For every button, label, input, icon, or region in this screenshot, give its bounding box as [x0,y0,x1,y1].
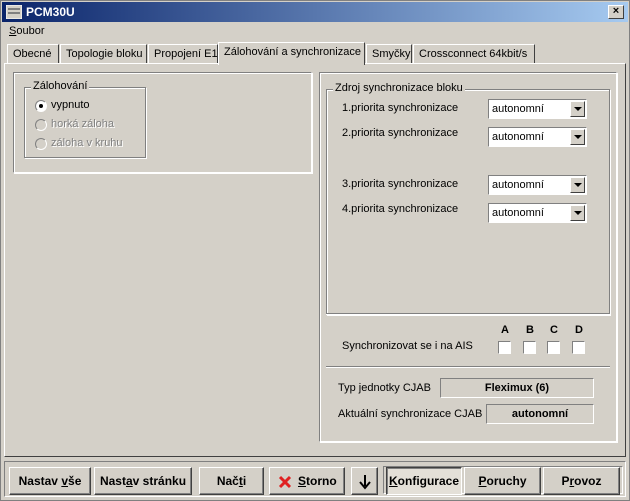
cjab-sync-label: Aktuální synchronizace CJAB [338,408,483,420]
window-title: PCM30U [26,5,75,19]
menu-bar: Soubor [2,23,628,40]
priority-4-label: 4.priorita synchronizace [342,203,459,215]
cjab-type-value: Fleximux (6) [440,378,594,398]
cancel-x-icon [278,475,292,489]
right-panel: Zdroj synchronizace bloku 1.priorita syn… [319,72,617,442]
priority-2-select[interactable]: autonomní [488,127,587,147]
chevron-down-icon[interactable] [570,101,585,117]
priority-4-select[interactable]: autonomní [488,203,587,223]
ais-col-c: C [550,324,558,336]
ais-checkbox-c[interactable] [547,341,560,354]
sync-legend: Zdroj synchronizace bloku [333,82,465,94]
ais-col-d: D [575,324,583,336]
app-icon [6,5,22,19]
tab-propojeni[interactable]: Propojení E1 [148,44,218,64]
tab-obecne[interactable]: Obecné [7,44,59,64]
backup-group: Zálohování vypnuto horká záloha záloha v… [24,80,146,158]
radio-button[interactable] [35,119,47,131]
sync-source-group: Zdroj synchronizace bloku 1.priorita syn… [326,82,610,315]
separator [326,366,610,368]
priority-1-label: 1.priorita synchronizace [342,102,459,114]
chevron-down-icon[interactable] [570,129,585,145]
radio-button[interactable] [35,100,47,112]
ais-label: Synchronizovat se i na AIS [342,340,473,352]
tab-topologie[interactable]: Topologie bloku [60,44,147,64]
load-button[interactable]: Načti [199,467,264,495]
title-bar[interactable]: PCM30U × [2,2,628,22]
priority-3-select[interactable]: autonomní [488,175,587,195]
operation-button[interactable]: Provoz [543,467,620,495]
separator [326,313,610,315]
close-button[interactable]: × [608,5,624,19]
radio-button[interactable] [35,138,47,150]
priority-1-select[interactable]: autonomní [488,99,587,119]
priority-2-label: 2.priorita synchronizace [342,127,459,139]
ais-checkbox-b[interactable] [523,341,536,354]
download-button[interactable] [351,467,378,495]
cjab-sync-value: autonomní [486,404,594,424]
chevron-down-icon[interactable] [570,177,585,193]
cjab-type-label: Typ jednotky CJAB [338,382,431,394]
faults-button[interactable]: Poruchy [464,467,541,495]
ais-col-a: A [501,324,509,336]
menu-soubor[interactable]: Soubor [9,25,44,37]
cancel-button[interactable]: Storno [269,467,345,495]
button-bar: Nastav vše Nastav stránku Načti Storno K… [4,461,626,497]
left-panel: Zálohování vypnuto horká záloha záloha v… [13,72,312,173]
set-all-button[interactable]: Nastav vše [9,467,91,495]
set-page-button[interactable]: Nastav stránku [94,467,192,495]
priority-3-label: 3.priorita synchronizace [342,178,459,190]
arrow-down-icon [359,475,371,490]
tab-strip: Obecné Topologie bloku Propojení E1 Zálo… [5,42,629,65]
main-window: PCM30U × Soubor Obecné Topologie bloku P… [0,0,630,501]
backup-legend: Zálohování [31,80,90,92]
tab-crossconnect[interactable]: Crossconnect 64kbit/s [413,44,535,64]
tab-zalohovani[interactable]: Zálohování a synchronizace [218,42,365,65]
config-button[interactable]: Konfigurace [386,467,462,495]
ais-col-b: B [526,324,534,336]
ais-checkbox-d[interactable] [572,341,585,354]
tab-smycky[interactable]: Smyčky [366,44,412,64]
ais-checkbox-a[interactable] [498,341,511,354]
chevron-down-icon[interactable] [570,205,585,221]
tab-panel: Zálohování vypnuto horká záloha záloha v… [4,63,626,457]
